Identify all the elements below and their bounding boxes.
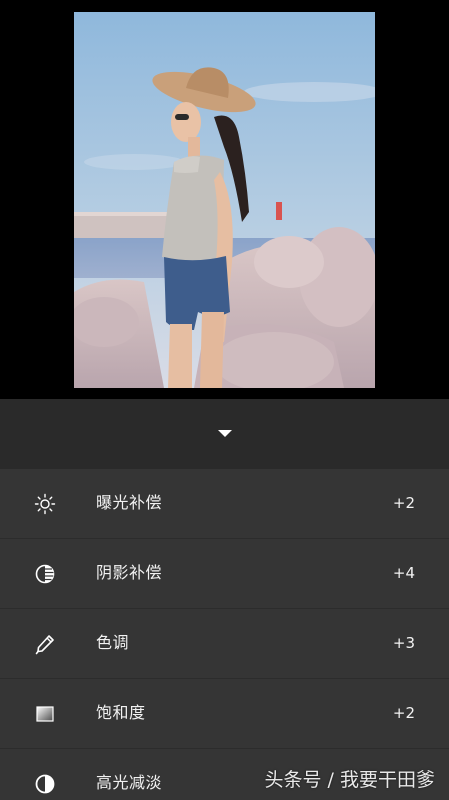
- pen-icon: [34, 633, 56, 655]
- adjustment-row-saturation[interactable]: 饱和度 +2: [0, 679, 449, 749]
- adjustment-value: +2: [392, 494, 415, 512]
- adjustment-label: 色调: [96, 633, 130, 652]
- photo-image: [74, 12, 375, 388]
- adjustment-row-tone[interactable]: 色调 +3: [0, 609, 449, 679]
- adjustment-row-shadow[interactable]: 阴影补偿 +4: [0, 539, 449, 609]
- sun-icon: [34, 493, 56, 515]
- adjustment-value: +3: [392, 634, 415, 652]
- shadow-circle-icon: [34, 563, 56, 585]
- adjustment-label: 高光减淡: [96, 773, 163, 792]
- half-circle-icon: [34, 773, 56, 795]
- adjustment-label: 曝光补偿: [96, 493, 163, 512]
- adjustment-label: 阴影补偿: [96, 563, 163, 582]
- adjustment-list: 曝光补偿 +2 阴影补偿 +4 色调 +3 饱和度 +2 高光减淡: [0, 469, 449, 800]
- gradient-square-icon: [34, 703, 56, 725]
- chevron-down-icon[interactable]: [218, 430, 232, 437]
- photo-preview[interactable]: [74, 12, 375, 388]
- editor-screen: 曝光补偿 +2 阴影补偿 +4 色调 +3 饱和度 +2 高光减淡 头条号 / …: [0, 0, 449, 800]
- panel-collapse-bar[interactable]: [0, 399, 449, 469]
- adjustment-row-exposure[interactable]: 曝光补偿 +2: [0, 469, 449, 539]
- watermark-text: 头条号 / 我要干田爹: [264, 769, 435, 791]
- adjustment-value: +2: [392, 704, 415, 722]
- adjustment-label: 饱和度: [96, 703, 146, 722]
- adjustment-value: +4: [392, 564, 415, 582]
